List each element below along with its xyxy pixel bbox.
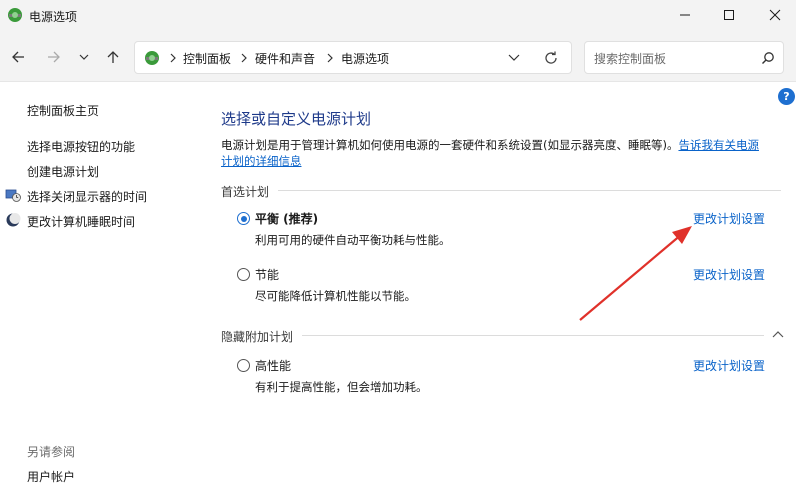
search-icon[interactable] — [761, 51, 775, 65]
maximize-button[interactable] — [706, 0, 752, 30]
control-panel-icon — [145, 51, 159, 65]
learn-more-link-line2[interactable]: 计划的详细信息 — [221, 154, 302, 168]
plan-high-performance-name[interactable]: 高性能 — [255, 357, 291, 374]
help-icon[interactable]: ? — [778, 88, 795, 105]
close-icon — [769, 9, 781, 21]
breadcrumb-hardware-sound[interactable]: 硬件和声音 — [255, 50, 315, 67]
plan-power-saver-name[interactable]: 节能 — [255, 266, 279, 283]
group-divider — [302, 335, 764, 336]
forward-button[interactable] — [43, 46, 65, 68]
hidden-plans-header: 隐藏附加计划 — [221, 330, 294, 344]
plan-balanced-radio[interactable] — [237, 212, 250, 225]
back-button[interactable] — [7, 46, 29, 68]
description-text: 电源计划是用于管理计算机如何使用电源的一套硬件和系统设置(如显示器亮度、睡眠等)… — [221, 138, 679, 152]
recent-locations-button[interactable] — [73, 46, 95, 68]
sidebar-item-power-button[interactable]: 选择电源按钮的功能 — [27, 138, 135, 155]
arrow-left-icon — [12, 51, 24, 63]
preferred-plans-header: 首选计划 — [221, 185, 270, 199]
learn-more-link[interactable]: 告诉我有关电源 — [678, 138, 759, 152]
chevron-down-icon — [79, 54, 89, 60]
chevron-down-icon[interactable] — [507, 52, 521, 64]
plan-high-performance-desc: 有利于提高性能，但会增加功耗。 — [255, 380, 428, 394]
group-divider — [278, 190, 781, 191]
refresh-icon[interactable] — [543, 50, 559, 66]
minimize-button[interactable] — [662, 0, 708, 30]
sidebar-item-sleep-time[interactable]: 更改计算机睡眠时间 — [27, 213, 135, 230]
sidebar-item-create-plan[interactable]: 创建电源计划 — [27, 163, 99, 180]
sidebar-item-display-off[interactable]: 选择关闭显示器的时间 — [27, 188, 147, 205]
arrow-up-icon — [107, 51, 119, 63]
page-description-line2: 计划的详细信息 — [221, 153, 781, 169]
moon-icon — [6, 213, 21, 227]
power-options-icon — [8, 8, 22, 22]
plan-balanced-desc: 利用可用的硬件自动平衡功耗与性能。 — [255, 233, 451, 247]
breadcrumb-power-options[interactable]: 电源选项 — [341, 50, 389, 67]
window-title: 电源选项 — [29, 10, 78, 24]
chevron-right-icon — [170, 53, 176, 63]
plan-high-performance-radio[interactable] — [237, 359, 250, 372]
sidebar-home-link[interactable]: 控制面板主页 — [27, 102, 99, 119]
plan-power-saver-radio[interactable] — [237, 268, 250, 281]
page-title: 选择或自定义电源计划 — [221, 110, 372, 128]
search-box[interactable]: 搜索控制面板 — [584, 41, 784, 74]
monitor-clock-icon — [5, 189, 21, 202]
navigation-bar: 控制面板 硬件和声音 电源选项 搜索控制面板 — [0, 32, 796, 82]
chevron-right-icon — [241, 53, 247, 63]
page-description: 电源计划是用于管理计算机如何使用电源的一套硬件和系统设置(如显示器亮度、睡眠等)… — [221, 137, 781, 153]
maximize-icon — [724, 10, 734, 20]
see-also-header: 另请参阅 — [27, 445, 76, 459]
plan-balanced-name[interactable]: 平衡 (推荐) — [255, 210, 318, 227]
chevron-up-icon[interactable] — [772, 329, 784, 339]
see-also-user-accounts[interactable]: 用户帐户 — [27, 468, 75, 485]
change-plan-settings-high-performance[interactable]: 更改计划设置 — [693, 357, 765, 374]
breadcrumb-control-panel[interactable]: 控制面板 — [183, 50, 231, 67]
arrow-right-icon — [48, 51, 60, 63]
chevron-right-icon — [327, 53, 333, 63]
close-button[interactable] — [752, 0, 796, 30]
search-input[interactable]: 搜索控制面板 — [594, 50, 666, 67]
minimize-icon — [680, 14, 690, 16]
change-plan-settings-balanced[interactable]: 更改计划设置 — [693, 210, 765, 227]
annotation-arrow-icon — [579, 226, 692, 321]
title-bar: 电源选项 — [0, 0, 796, 32]
change-plan-settings-power-saver[interactable]: 更改计划设置 — [693, 266, 765, 283]
address-bar[interactable]: 控制面板 硬件和声音 电源选项 — [134, 41, 572, 74]
up-button[interactable] — [102, 46, 124, 68]
plan-power-saver-desc: 尽可能降低计算机性能以节能。 — [255, 289, 416, 303]
